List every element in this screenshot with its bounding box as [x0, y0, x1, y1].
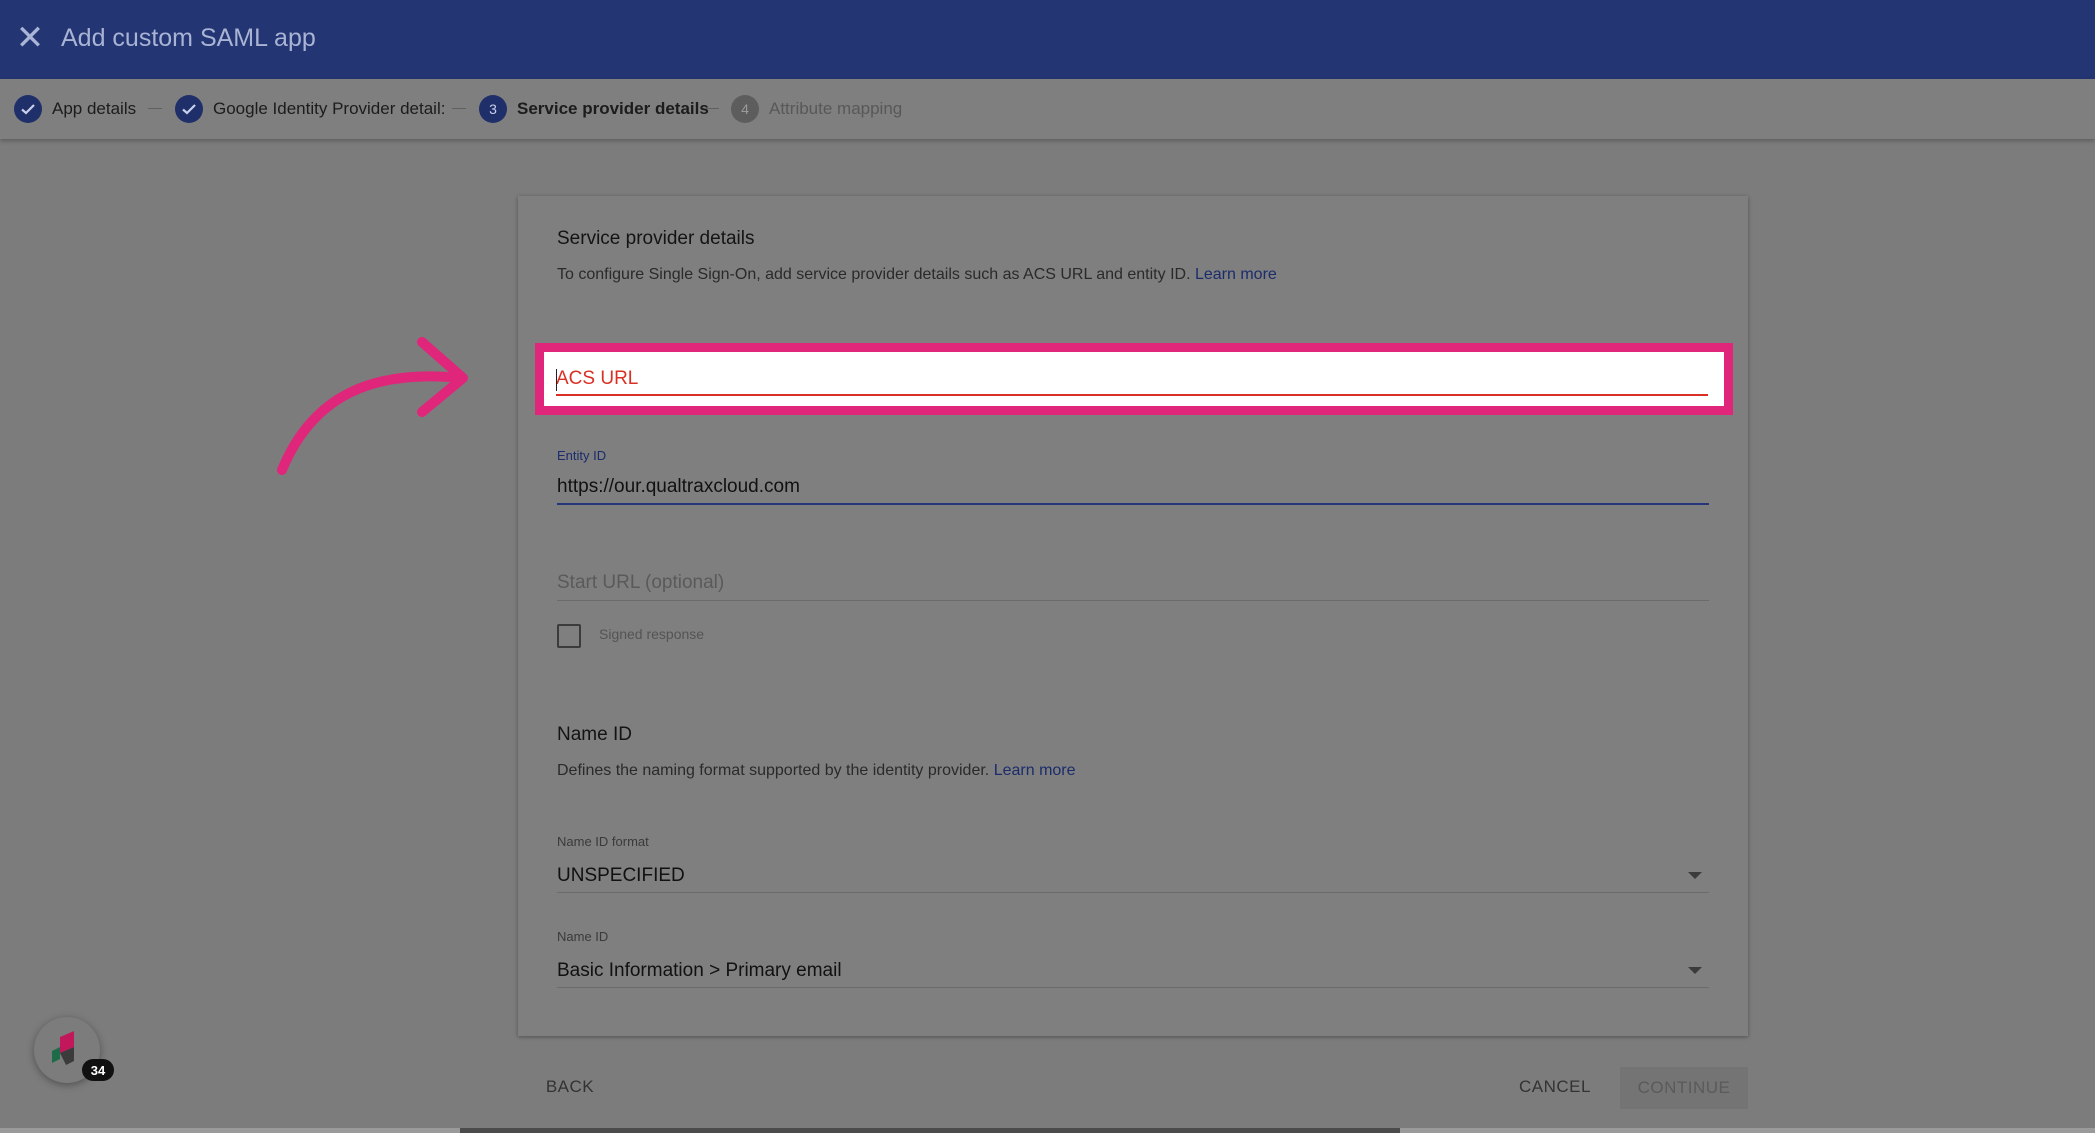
check-icon [175, 95, 203, 123]
check-icon [14, 95, 42, 123]
step-google-idp-details[interactable]: Google Identity Provider detail: [175, 93, 445, 125]
name-id-format-underline [557, 892, 1709, 893]
section-title: Name ID [557, 724, 632, 745]
name-id-format-select[interactable]: UNSPECIFIED [557, 865, 685, 887]
section-description: Defines the naming format supported by t… [557, 762, 1076, 779]
step-number: 4 [731, 95, 759, 123]
service-provider-card: Service provider details To configure Si… [518, 196, 1748, 1036]
page-title: Add custom SAML app [61, 24, 316, 52]
signed-response-label: Signed response [599, 626, 705, 642]
start-url-field[interactable]: Start URL (optional) [557, 572, 724, 594]
entity-id-underline [557, 503, 1709, 505]
name-id-format-label: Name ID format [557, 834, 649, 849]
section-description: To configure Single Sign-On, add service… [557, 266, 1277, 283]
top-app-bar: ✕ Add custom SAML app [0, 0, 2095, 79]
step-number: 3 [479, 95, 507, 123]
step-label: App details [52, 99, 137, 118]
entity-id-field[interactable]: https://our.qualtraxcloud.com [557, 476, 800, 498]
cancel-button[interactable]: CANCEL [1510, 1068, 1600, 1106]
chevron-down-icon[interactable] [1688, 872, 1702, 879]
step-connector [705, 108, 719, 109]
section-title: Service provider details [557, 228, 755, 249]
notification-count-badge: 34 [82, 1059, 114, 1081]
step-label: Attribute mapping [769, 99, 903, 118]
step-label: Google Identity Provider detail: [213, 99, 445, 118]
close-icon[interactable]: ✕ [12, 20, 48, 56]
name-id-underline [557, 987, 1709, 988]
scrollbar-thumb[interactable] [460, 1128, 1400, 1133]
chevron-down-icon[interactable] [1688, 967, 1702, 974]
stepper: App details Google Identity Provider det… [0, 79, 2095, 139]
start-url-underline [557, 600, 1709, 601]
step-app-details[interactable]: App details [14, 93, 136, 125]
name-id-select[interactable]: Basic Information > Primary email [557, 960, 842, 982]
signed-response-checkbox[interactable] [557, 624, 581, 648]
bottom-scroll-strip [0, 1128, 2095, 1133]
annotation-arrow-icon [277, 337, 468, 475]
learn-more-link[interactable]: Learn more [994, 762, 1076, 779]
step-connector [452, 108, 466, 109]
step-connector [148, 108, 162, 109]
step-service-provider-details[interactable]: 3 Service provider details [479, 93, 709, 125]
acs-url-highlight [535, 343, 1733, 415]
back-button[interactable]: BACK [538, 1068, 602, 1106]
entity-id-label: Entity ID [557, 448, 607, 463]
step-attribute-mapping[interactable]: 4 Attribute mapping [731, 93, 902, 125]
text-cursor [556, 369, 557, 391]
learn-more-link[interactable]: Learn more [1195, 266, 1277, 283]
continue-button[interactable]: CONTINUE [1620, 1067, 1748, 1109]
name-id-label: Name ID [557, 929, 609, 944]
acs-url-input[interactable] [556, 364, 1708, 396]
step-label: Service provider details [517, 99, 709, 118]
